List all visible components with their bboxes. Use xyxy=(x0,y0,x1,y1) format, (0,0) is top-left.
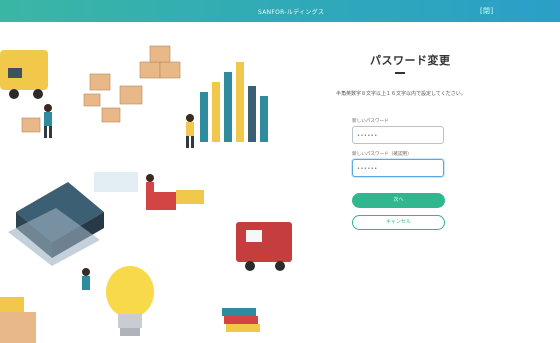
confirm-password-field[interactable]: •••••• xyxy=(352,159,444,177)
confirm-password-label: 新しいパスワード（確認用） xyxy=(352,152,412,157)
password-rule-text: 半角英数字８文字以上１６文字以内で設定してください。 xyxy=(336,91,466,97)
new-password-field[interactable]: •••••• xyxy=(352,126,444,144)
new-password-label: 新しいパスワード xyxy=(352,119,389,124)
cancel-button[interactable]: キャンセル xyxy=(352,215,445,230)
top-header: SANFOR-ルディングス [閉] xyxy=(0,0,560,22)
password-change-panel: パスワード変更 半角英数字８文字以上１６文字以内で設定してください。 新しいパス… xyxy=(322,22,560,343)
close-link[interactable]: [閉] xyxy=(480,6,493,16)
title-underline xyxy=(395,72,405,74)
brand-title: SANFOR-ルディングス xyxy=(258,9,325,16)
submit-button[interactable]: 次へ xyxy=(352,193,445,208)
page-title: パスワード変更 xyxy=(370,54,451,67)
isometric-warehouse-illustration xyxy=(0,22,322,343)
hero-illustration xyxy=(0,22,322,343)
